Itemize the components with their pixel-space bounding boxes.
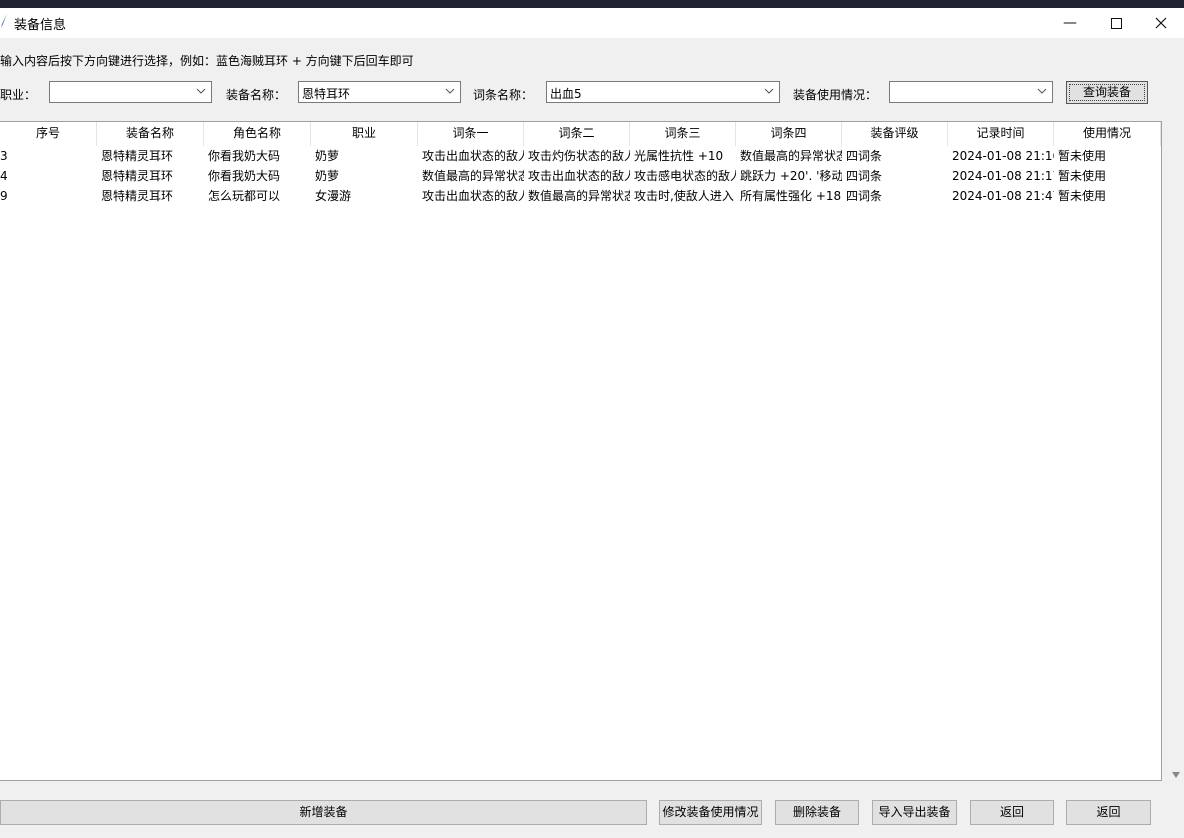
column-header[interactable]: 使用情况	[1054, 122, 1161, 146]
import-export-button[interactable]: 导入导出装备	[872, 800, 957, 825]
table-cell: 你看我奶大码	[208, 149, 281, 163]
equip-name-label: 装备名称：	[226, 88, 287, 102]
table-cell: 攻击感电状态的敌人	[634, 169, 736, 183]
table-cell: 恩特精灵耳环	[101, 169, 174, 183]
table-cell: 3	[0, 149, 8, 163]
column-header[interactable]: 装备名称	[97, 122, 204, 146]
table-cell: 跳跃力 +20'. '移动	[740, 169, 842, 183]
table-cell: 4	[0, 169, 8, 183]
table-cell: 2024-01-08 21:47	[952, 189, 1054, 203]
column-header[interactable]: 职业	[311, 122, 418, 146]
job-combobox[interactable]	[49, 81, 212, 103]
usage-hint: 输入内容后按下方向键进行选择，例如：蓝色海贼耳环 + 方向键下后回车即可	[0, 54, 414, 68]
table-cell: 2024-01-08 21:17	[952, 169, 1054, 183]
add-equipment-button[interactable]: 新增装备	[0, 800, 647, 825]
table-cell: 2024-01-08 21:16	[952, 149, 1054, 163]
table-cell: 攻击出血状态的敌人	[528, 169, 630, 183]
column-header[interactable]: 装备评级	[842, 122, 948, 146]
table-cell: 数值最高的异常状态	[740, 149, 842, 163]
table-row[interactable]: 9 恩特精灵耳环 怎么玩都可以 女漫游 攻击出血状态的敌人 数值最高的异常状态 攻击时,使敌…	[0, 186, 1161, 206]
maximize-icon[interactable]	[1093, 8, 1139, 38]
column-header[interactable]: 记录时间	[948, 122, 1054, 146]
affix-name-label: 词条名称：	[473, 88, 534, 102]
affix-name-combobox[interactable]: 出血5	[546, 81, 780, 103]
column-header[interactable]: 词条二	[524, 122, 630, 146]
table-cell: 攻击时,使敌人进入	[634, 189, 734, 203]
window-title: 装备信息	[14, 18, 67, 33]
column-header[interactable]: 词条一	[418, 122, 524, 146]
taskbar-strip	[0, 0, 1184, 8]
table-cell: 数值最高的异常状态	[422, 169, 524, 183]
chevron-down-icon	[764, 88, 774, 94]
chevron-down-icon	[445, 88, 455, 94]
equipment-table[interactable]: 序号 装备名称 角色名称 职业 词条一 词条二 词条三 词条四 装备评级 记录时间 使用情况 3 恩特…	[0, 121, 1162, 781]
table-cell: 暂未使用	[1058, 149, 1107, 163]
usage-combobox[interactable]	[889, 81, 1053, 103]
column-header[interactable]: 角色名称	[204, 122, 311, 146]
chevron-down-icon	[196, 88, 206, 94]
table-cell: 攻击出血状态的敌人	[422, 149, 524, 163]
column-header[interactable]: 词条三	[630, 122, 736, 146]
table-cell: 攻击出血状态的敌人	[422, 189, 524, 203]
table-cell: 9	[0, 189, 8, 203]
query-button[interactable]: 查询装备	[1066, 81, 1148, 104]
title-bar	[0, 8, 1184, 38]
minimize-icon[interactable]: —	[1047, 8, 1093, 38]
scroll-down-icon[interactable]	[1172, 771, 1180, 779]
table-cell: 恩特精灵耳环	[101, 149, 174, 163]
back-button[interactable]: 返回	[970, 800, 1054, 825]
delete-equipment-button[interactable]: 删除装备	[775, 800, 859, 825]
chevron-down-icon	[1037, 88, 1047, 94]
table-cell: 四词条	[846, 189, 883, 203]
table-cell: 怎么玩都可以	[208, 189, 281, 203]
table-row[interactable]: 3 恩特精灵耳环 你看我奶大码 奶萝 攻击出血状态的敌人 攻击灼伤状态的敌人 光属性抗性 +…	[0, 146, 1161, 166]
table-cell: 光属性抗性 +10	[634, 149, 724, 163]
table-cell: 四词条	[846, 149, 883, 163]
equip-name-value: 恩特耳环	[302, 87, 351, 101]
table-header: 序号 装备名称 角色名称 职业 词条一 词条二 词条三 词条四 装备评级 记录时间 使用情况	[0, 122, 1161, 146]
table-cell: 所有属性强化 +18	[740, 189, 842, 203]
table-cell: 数值最高的异常状态	[528, 189, 630, 203]
vertical-scrollbar[interactable]	[1168, 121, 1184, 787]
job-label: 职业：	[0, 88, 37, 102]
table-cell: 暂未使用	[1058, 189, 1107, 203]
close-icon[interactable]	[1138, 8, 1184, 38]
column-header[interactable]: 序号	[0, 122, 97, 146]
table-row[interactable]: 4 恩特精灵耳环 你看我奶大码 奶萝 数值最高的异常状态 攻击出血状态的敌人 攻击感电状态的…	[0, 166, 1161, 186]
table-cell: 奶萝	[315, 169, 340, 183]
table-cell: 恩特精灵耳环	[101, 189, 174, 203]
table-cell: 奶萝	[315, 149, 340, 163]
table-cell: 攻击灼伤状态的敌人	[528, 149, 630, 163]
modify-usage-button[interactable]: 修改装备使用情况	[659, 800, 762, 825]
usage-label: 装备使用情况：	[793, 88, 878, 102]
affix-name-value: 出血5	[550, 87, 582, 101]
column-header[interactable]: 词条四	[736, 122, 842, 146]
equip-name-combobox[interactable]: 恩特耳环	[298, 81, 461, 103]
back-button-2[interactable]: 返回	[1066, 800, 1151, 825]
feather-icon	[1, 14, 7, 28]
table-cell: 暂未使用	[1058, 169, 1107, 183]
table-cell: 四词条	[846, 169, 883, 183]
table-cell: 女漫游	[315, 189, 352, 203]
table-cell: 你看我奶大码	[208, 169, 281, 183]
